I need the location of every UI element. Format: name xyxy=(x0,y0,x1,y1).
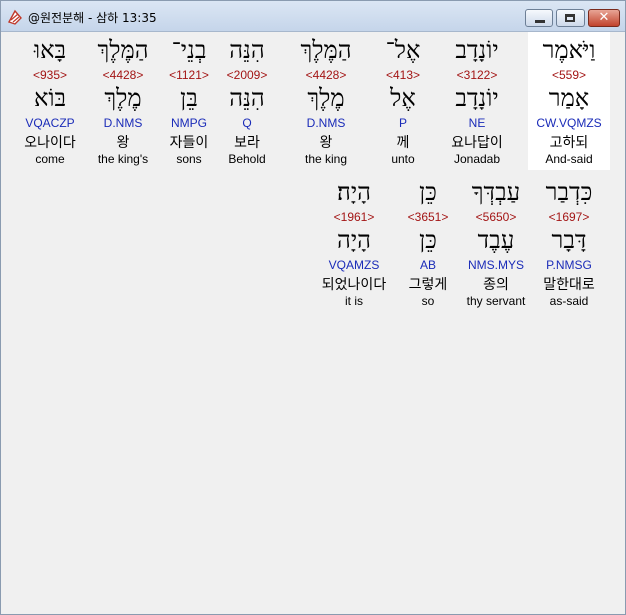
english-gloss: sons xyxy=(176,152,202,166)
maximize-icon xyxy=(565,14,575,22)
english-gloss: the king xyxy=(304,152,348,166)
english-gloss: so xyxy=(421,294,435,308)
strong-number[interactable]: <3122> xyxy=(442,68,512,82)
english-gloss: unto xyxy=(391,152,415,166)
minimize-icon xyxy=(535,20,545,23)
word-block[interactable]: הַמֶּלֶךְ <4428> מֶלֶךְ D.NMS 왕 the king xyxy=(291,32,361,170)
korean-gloss: 고하되 xyxy=(549,135,589,151)
strong-number[interactable]: <413> xyxy=(368,68,438,82)
hebrew-word: כִּדְבַר xyxy=(545,178,593,206)
hebrew-word: וַיֹּאמֶר xyxy=(542,36,596,64)
morphology-code: NMS.MYS xyxy=(467,258,524,272)
title-bar[interactable]: @원전분해 - 삼하 13:35 ✕ xyxy=(1,1,625,32)
strong-number[interactable]: <1697> xyxy=(534,210,604,224)
word-block[interactable]: וַיֹּאמֶר <559> אָמַר CW.VQMZS 고하되 And-s… xyxy=(528,32,610,170)
maximize-button[interactable] xyxy=(556,9,585,27)
word-block[interactable]: הַמֶּלֶךְ <4428> מֶלֶךְ D.NMS 왕 the king… xyxy=(88,32,158,170)
korean-gloss: 요나답이 xyxy=(451,135,503,151)
window-title: @원전분해 - 삼하 13:35 xyxy=(28,11,157,25)
english-gloss: the king's xyxy=(97,152,149,166)
korean-gloss: 자들이 xyxy=(169,135,209,151)
hebrew-root: הָיָה xyxy=(337,226,371,254)
korean-gloss: 그렇게 xyxy=(408,277,448,293)
strong-number[interactable]: <4428> xyxy=(291,68,361,82)
korean-gloss: 종의 xyxy=(483,277,509,293)
morphology-code: P.NMSG xyxy=(546,258,592,272)
app-icon xyxy=(7,9,22,25)
korean-gloss: 왕 xyxy=(116,135,130,151)
word-block[interactable]: עַבְדְּךָ <5650> עֶבֶד NMS.MYS 종의 thy se… xyxy=(461,174,531,312)
hebrew-root: בֵּן xyxy=(180,84,198,112)
hebrew-root: מֶלֶךְ xyxy=(307,84,345,112)
english-gloss: as-said xyxy=(549,294,589,308)
morphology-code: D.NMS xyxy=(103,116,143,130)
korean-gloss: 오나이다 xyxy=(24,135,76,151)
morphology-code: P xyxy=(398,116,407,130)
korean-gloss: 왕 xyxy=(319,135,333,151)
close-icon: ✕ xyxy=(598,10,610,25)
word-analysis-panel: וַיֹּאמֶר <559> אָמַר CW.VQMZS 고하되 And-s… xyxy=(2,32,624,613)
morphology-code: NMPG xyxy=(171,116,207,130)
hebrew-root: אָמַר xyxy=(548,84,590,112)
morphology-code: CW.VQMZS xyxy=(536,116,602,130)
word-block[interactable]: יוֹנָדָב <3122> יוֹנָדָב NE 요나답이 Jonadab xyxy=(442,32,512,170)
hebrew-word: אֶל־ xyxy=(385,36,421,64)
hebrew-word: בָּאוּ xyxy=(33,36,67,64)
strong-number[interactable]: <1121> xyxy=(154,68,224,82)
word-block[interactable]: בָּאוּ <935> בּוֹא VQACZP 오나이다 come xyxy=(15,32,85,170)
strong-number[interactable]: <4428> xyxy=(88,68,158,82)
morphology-code: VQAMZS xyxy=(328,258,380,272)
hebrew-word: כֵּן xyxy=(419,178,437,206)
hebrew-word: עַבְדְּךָ xyxy=(471,178,521,206)
hebrew-root: אֶל xyxy=(390,84,416,112)
hebrew-word: בְנֵי־ xyxy=(171,36,207,64)
hebrew-root: מֶלֶךְ xyxy=(104,84,142,112)
word-block[interactable]: אֶל־ <413> אֶל P 께 unto xyxy=(368,32,438,170)
morphology-code: NE xyxy=(468,116,486,130)
morphology-code: VQACZP xyxy=(25,116,75,130)
hebrew-word: הָיָה׃ xyxy=(337,178,371,206)
minimize-button[interactable] xyxy=(525,9,553,27)
korean-gloss: 말한대로 xyxy=(543,277,595,293)
hebrew-word: יוֹנָדָב xyxy=(455,36,499,64)
word-block[interactable]: בְנֵי־ <1121> בֵּן NMPG 자들이 sons xyxy=(154,32,224,170)
hebrew-root: כֵּן xyxy=(419,226,437,254)
word-block[interactable]: כִּדְבַר <1697> דָּבָר P.NMSG 말한대로 as-sa… xyxy=(534,174,604,312)
hebrew-word: הַמֶּלֶךְ xyxy=(300,36,352,64)
english-gloss: thy servant xyxy=(466,294,526,308)
app-window: @원전분해 - 삼하 13:35 ✕ וַיֹּאמֶר <559> אָמַר… xyxy=(0,0,626,615)
hebrew-root: עֶבֶד xyxy=(477,226,515,254)
word-block[interactable]: הָיָה׃ <1961> הָיָה VQAMZS 되었나이다 it is xyxy=(312,174,396,312)
strong-number[interactable]: <935> xyxy=(15,68,85,82)
hebrew-word: הַמֶּלֶךְ xyxy=(97,36,149,64)
english-gloss: Jonadab xyxy=(453,152,501,166)
strong-number[interactable]: <1961> xyxy=(312,210,396,224)
hebrew-root: יוֹנָדָב xyxy=(455,84,499,112)
strong-number[interactable]: <559> xyxy=(528,68,610,82)
english-gloss: And-said xyxy=(545,152,593,166)
hebrew-root: בּוֹא xyxy=(33,84,67,112)
hebrew-root: דָּבָר xyxy=(551,226,587,254)
strong-number[interactable]: <5650> xyxy=(461,210,531,224)
korean-gloss: 되었나이다 xyxy=(321,277,387,293)
english-gloss: it is xyxy=(345,294,363,308)
korean-gloss: 께 xyxy=(396,135,410,151)
word-block[interactable]: כֵּן <3651> כֵּן AB 그렇게 so xyxy=(393,174,463,312)
morphology-code: AB xyxy=(419,258,436,272)
strong-number[interactable]: <3651> xyxy=(393,210,463,224)
close-button[interactable]: ✕ xyxy=(588,9,620,27)
english-gloss: come xyxy=(35,152,65,166)
morphology-code: D.NMS xyxy=(306,116,346,130)
